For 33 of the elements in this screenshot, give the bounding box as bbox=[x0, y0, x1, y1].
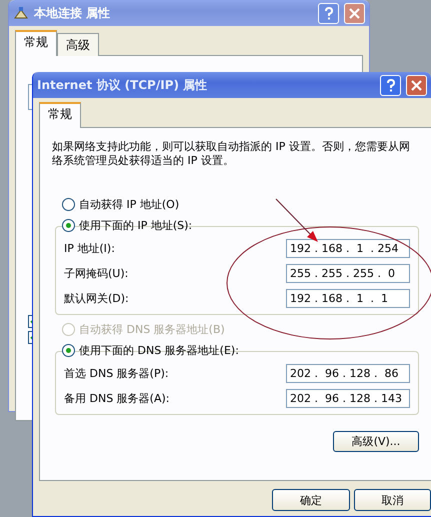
field-label: 备用 DNS 服务器(A): bbox=[64, 391, 170, 406]
ip-address-field[interactable]: 192 . 168 . 1 . 1 bbox=[286, 289, 410, 308]
tab[interactable]: 常规 bbox=[15, 30, 57, 56]
network-icon bbox=[13, 6, 29, 20]
radio-option: 自动获得 DNS 服务器地址(B) bbox=[52, 319, 419, 340]
help-button[interactable] bbox=[318, 2, 339, 24]
field-label: 首选 DNS 服务器(P): bbox=[64, 366, 169, 381]
help-button[interactable] bbox=[380, 74, 401, 96]
advanced-button[interactable]: 高级(V)... bbox=[333, 431, 419, 452]
radio-option[interactable]: 使用下面的 DNS 服务器地址(E): bbox=[52, 340, 419, 361]
close-button[interactable] bbox=[406, 74, 427, 96]
radio-option[interactable]: 自动获得 IP 地址(O) bbox=[52, 194, 419, 215]
ip-address-field[interactable]: 202 . 96 . 128 . 86 bbox=[286, 364, 410, 383]
ip-address-field[interactable]: 192 . 168 . 1 . 254 bbox=[286, 239, 410, 258]
tab[interactable]: 高级 bbox=[57, 33, 99, 56]
close-button[interactable] bbox=[344, 2, 365, 24]
question-mark-icon bbox=[386, 78, 396, 92]
radio-option[interactable]: 使用下面的 IP 地址(S): bbox=[52, 215, 419, 236]
close-icon bbox=[349, 8, 360, 18]
cancel-button[interactable]: 取消 bbox=[354, 489, 431, 511]
window-title: Internet 协议 (TCP/IP) 属性 bbox=[37, 76, 208, 94]
close-icon bbox=[411, 80, 422, 90]
field-label: IP 地址(I): bbox=[64, 241, 115, 256]
ip-address-field[interactable]: 202 . 96 . 128 . 143 bbox=[286, 389, 410, 408]
annotation-arrow bbox=[276, 198, 318, 242]
question-mark-icon bbox=[324, 6, 334, 20]
ip-address-field[interactable]: 255 . 255 . 255 . 0 bbox=[286, 264, 410, 283]
ok-button[interactable]: 确定 bbox=[272, 489, 350, 511]
field-label: 默认网关(D): bbox=[64, 291, 129, 306]
window-title: 本地连接 属性 bbox=[34, 4, 112, 22]
tab[interactable]: 常规 bbox=[39, 102, 81, 128]
description-text: 如果网络支持此功能，则可以获取自动指派的 IP 设置。否则，您需要从网络系统管理员处获得适当的 IP 设置。 bbox=[52, 140, 411, 168]
field-label: 子网掩码(U): bbox=[64, 266, 128, 281]
